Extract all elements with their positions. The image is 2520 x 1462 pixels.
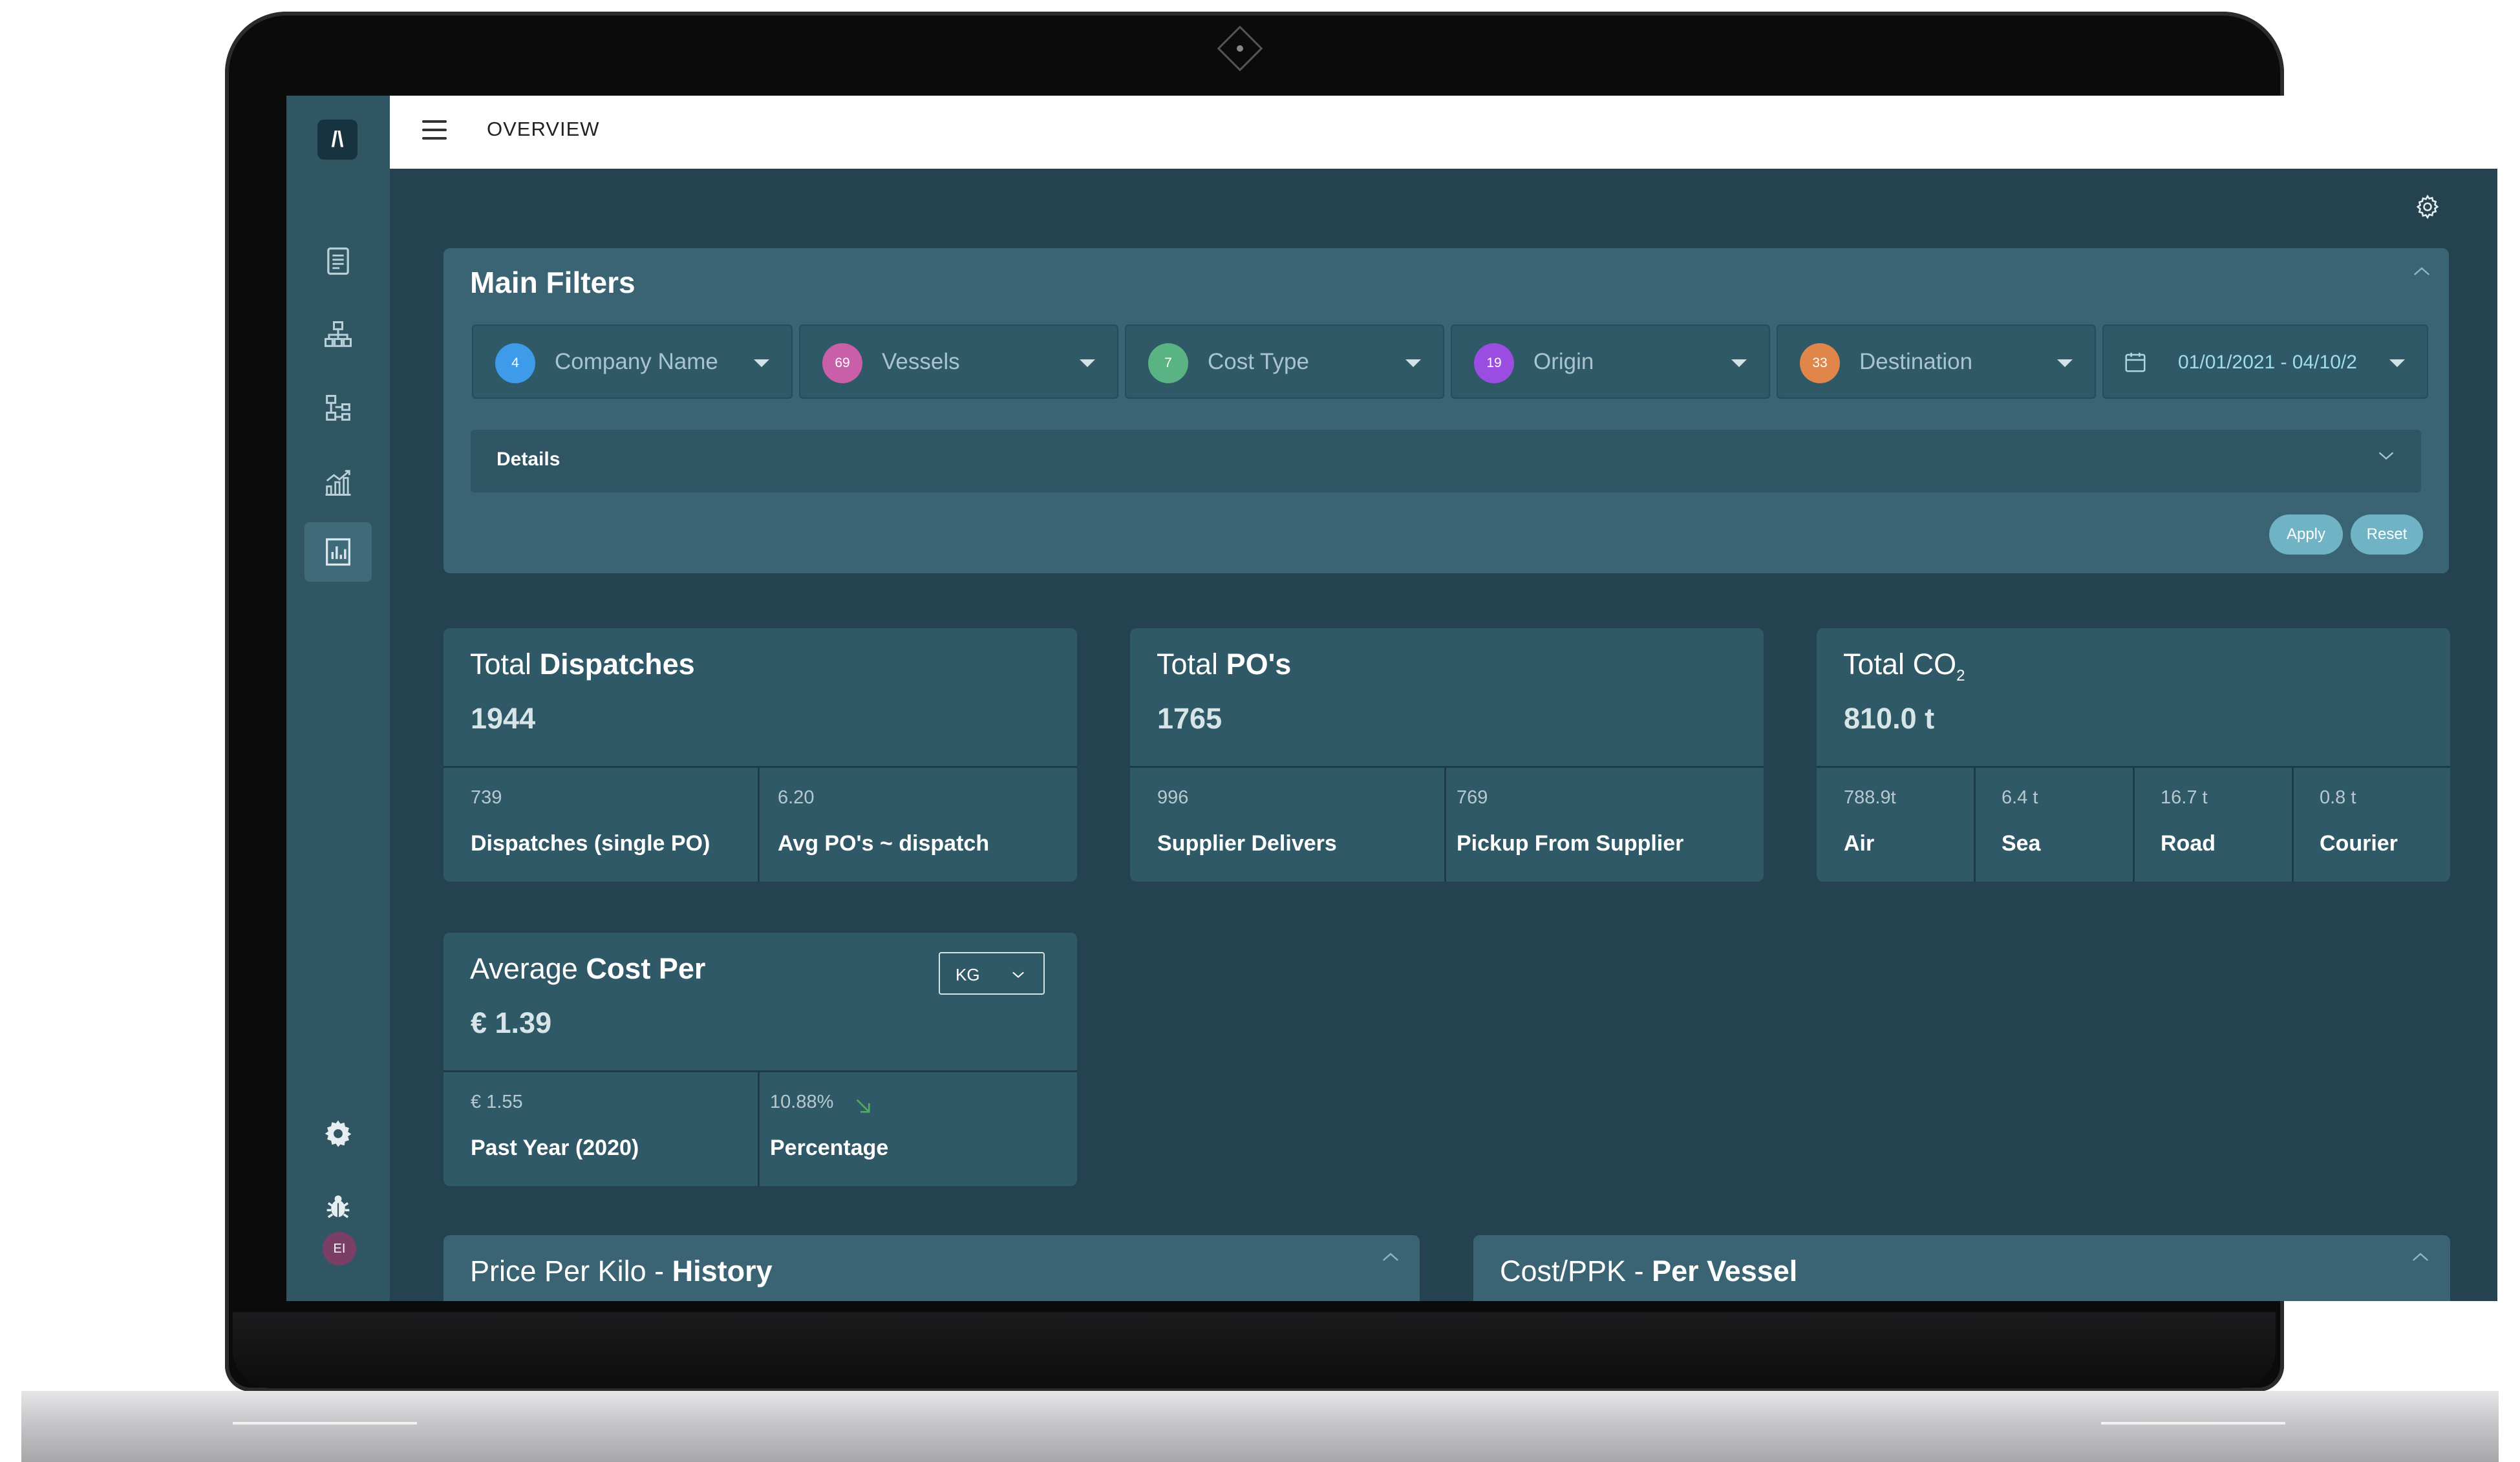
filter-label: Destination — [1859, 349, 1973, 374]
date-range-filter[interactable]: 01/01/2021 - 04/10/2 — [2102, 324, 2428, 399]
org-chart-icon — [324, 321, 352, 347]
card-title: Total CO2 — [1843, 648, 1965, 684]
sidebar-item-reports[interactable] — [304, 522, 372, 582]
dispatches-single-po-cell: 739 Dispatches (single PO) — [471, 787, 710, 856]
sidebar-item-workflow[interactable] — [304, 379, 372, 438]
page-title: OVERVIEW — [487, 118, 600, 140]
bug-icon — [326, 1195, 350, 1218]
total-co2-card: Total CO2 810.0 t 788.9t Air 6.4 t Sea 1… — [1817, 628, 2450, 882]
card-title: Cost/PPK - Per Vessel — [1500, 1255, 1798, 1287]
price-per-kilo-history-card: Price Per Kilo - History — [443, 1235, 1420, 1301]
trend-down-arrow-icon — [856, 1099, 870, 1113]
card-title: Average Cost Per — [470, 952, 706, 985]
laptop-base — [21, 1391, 2499, 1462]
filter-label: Vessels — [882, 349, 960, 374]
destination-filter[interactable]: 33 Destination — [1777, 324, 2096, 399]
sidebar-item-trends[interactable] — [304, 452, 372, 512]
destination-count-badge: 33 — [1800, 343, 1840, 383]
caret-down-icon — [1080, 359, 1095, 367]
caret-down-icon — [2389, 359, 2405, 367]
co2-sea-cell: 6.4 t Sea — [2002, 787, 2041, 856]
chevron-up-icon[interactable] — [2411, 1251, 2430, 1264]
avg-pos-dispatch-cell: 6.20 Avg PO's ~ dispatch — [778, 787, 990, 856]
document-icon — [327, 247, 349, 275]
vessels-filter[interactable]: 69 Vessels — [799, 324, 1118, 399]
origin-count-badge: 19 — [1474, 343, 1514, 383]
sidebar-item-documents[interactable] — [304, 231, 372, 291]
bar-chart-icon — [326, 538, 350, 566]
caret-down-icon — [754, 359, 769, 367]
total-dispatches-card: Total Dispatches 1944 739 Dispatches (si… — [443, 628, 1077, 882]
chevron-up-icon[interactable] — [2412, 265, 2431, 278]
details-label: Details — [497, 449, 561, 470]
menu-icon[interactable] — [422, 120, 447, 142]
card-title: Total PO's — [1157, 648, 1292, 681]
company-name-filter[interactable]: 4 Company Name — [472, 324, 793, 399]
unit-select-value: KG — [956, 965, 980, 984]
filter-label: Company Name — [555, 349, 718, 374]
details-expander[interactable]: Details — [471, 430, 2421, 493]
laptop-bezel — [233, 1312, 2276, 1388]
total-dispatches-value: 1944 — [471, 702, 536, 735]
origin-filter[interactable]: 19 Origin — [1451, 324, 1770, 399]
settings-icon[interactable] — [2413, 193, 2442, 221]
caret-down-icon — [1405, 359, 1421, 367]
cost-type-count-badge: 7 — [1148, 343, 1188, 383]
company-count-badge: 4 — [495, 343, 535, 383]
caret-down-icon — [2057, 359, 2073, 367]
gear-icon — [325, 1120, 352, 1147]
camera-icon — [1217, 25, 1263, 72]
co2-road-cell: 16.7 t Road — [2161, 787, 2216, 856]
trend-chart-icon — [325, 470, 351, 496]
calendar-icon — [2125, 352, 2146, 372]
caret-down-icon — [1731, 359, 1747, 367]
main-filters-panel: Main Filters 4 Company Name 69 Vessels 7… — [443, 248, 2449, 573]
apply-button[interactable]: Apply — [2269, 514, 2343, 555]
average-cost-card: Average Cost Per KG € 1.39 € 1.55 Past Y… — [443, 933, 1077, 1186]
supplier-delivers-cell: 996 Supplier Delivers — [1157, 787, 1337, 856]
percentage-cell: 10.88% Percentage — [770, 1092, 889, 1160]
base-highlight — [2101, 1422, 2285, 1425]
chevron-down-icon — [2378, 452, 2394, 460]
app-logo[interactable]: /\ — [317, 120, 358, 160]
chevron-down-icon — [1012, 971, 1024, 979]
workflow-icon — [326, 394, 350, 421]
total-co2-value: 810.0 t — [1844, 702, 1935, 735]
unit-select[interactable]: KG — [939, 952, 1045, 995]
co2-air-cell: 788.9t Air — [1844, 787, 1896, 856]
total-pos-card: Total PO's 1765 996 Supplier Delivers 76… — [1130, 628, 1764, 882]
top-bar: OVERVIEW — [390, 96, 2497, 169]
average-cost-value: € 1.39 — [471, 1006, 552, 1039]
sidebar-item-settings[interactable] — [304, 1104, 372, 1163]
app-screen: /\ EI OVERVIEW Main Filters 4 Company Na… — [286, 96, 2497, 1301]
cost-type-filter[interactable]: 7 Cost Type — [1125, 324, 1444, 399]
card-title: Total Dispatches — [470, 648, 695, 681]
past-year-cell: € 1.55 Past Year (2020) — [471, 1092, 639, 1160]
sidebar-item-debug[interactable] — [304, 1178, 372, 1237]
total-pos-value: 1765 — [1157, 702, 1223, 735]
pickup-from-supplier-cell: 769 Pickup From Supplier — [1457, 787, 1684, 856]
filters-title: Main Filters — [470, 266, 635, 299]
date-range-value: 01/01/2021 - 04/10/2 — [2178, 352, 2357, 373]
filter-label: Cost Type — [1208, 349, 1309, 374]
reset-button[interactable]: Reset — [2351, 514, 2423, 555]
co2-courier-cell: 0.8 t Courier — [2320, 787, 2398, 856]
sidebar: /\ EI — [286, 96, 390, 1301]
cost-ppk-per-vessel-card: Cost/PPK - Per Vessel — [1473, 1235, 2450, 1301]
card-title: Price Per Kilo - History — [470, 1255, 773, 1287]
base-highlight — [233, 1422, 417, 1425]
vessels-count-badge: 69 — [822, 343, 862, 383]
user-avatar[interactable]: EI — [323, 1232, 356, 1266]
chevron-up-icon[interactable] — [1381, 1251, 1400, 1264]
filter-label: Origin — [1533, 349, 1594, 374]
sidebar-item-organization[interactable] — [304, 305, 372, 365]
